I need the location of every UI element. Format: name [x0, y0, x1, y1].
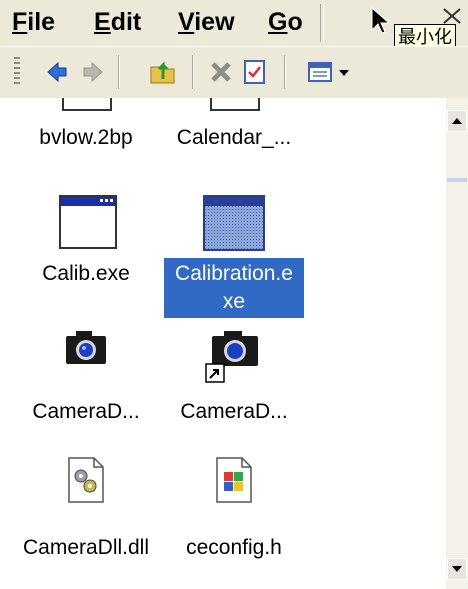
- help-cursor-icon[interactable]: [370, 6, 396, 36]
- windows-logo-file-icon: [216, 457, 252, 503]
- menu-edit[interactable]: Edit: [94, 8, 141, 37]
- file-name: ceconfig.h: [186, 536, 282, 559]
- dll-gears-icon: [68, 457, 104, 503]
- arrow-down-icon: [452, 566, 462, 572]
- generic-file-icon: [210, 98, 260, 111]
- arrow-up-icon: [452, 118, 462, 124]
- menu-edit-rest: dit: [110, 8, 142, 36]
- file-name-line: xe: [222, 290, 246, 313]
- file-name: CameraD...: [180, 400, 288, 423]
- toolbar-grip[interactable]: [14, 57, 20, 87]
- toolbar-separator: [192, 55, 194, 89]
- list-item[interactable]: bvlow.2bp: [16, 98, 156, 178]
- list-item[interactable]: ceconfig.h: [164, 456, 304, 566]
- menu-go-mnemonic: G: [268, 8, 288, 36]
- menu-go[interactable]: Go: [268, 8, 303, 37]
- list-item[interactable]: Calib.exe: [16, 194, 156, 304]
- scroll-up-button[interactable]: [447, 110, 467, 132]
- scrollbar-thumb[interactable]: [447, 178, 467, 182]
- up-folder-icon[interactable]: [148, 57, 178, 87]
- menu-file-mnemonic: F: [12, 8, 28, 36]
- close-icon[interactable]: [440, 6, 464, 26]
- window-app-icon: [59, 195, 117, 249]
- file-name-line: Calibration.e: [175, 262, 293, 285]
- forward-icon[interactable]: [78, 57, 108, 87]
- delete-icon[interactable]: [206, 57, 236, 87]
- properties-icon[interactable]: [240, 57, 270, 87]
- list-item[interactable]: CameraDll.dll: [16, 456, 156, 566]
- file-name: CameraDll.dll: [22, 536, 150, 559]
- view-menu-icon[interactable]: [306, 57, 336, 87]
- menu-view-mnemonic: V: [178, 8, 195, 36]
- menu-view-rest: iew: [194, 8, 235, 36]
- list-item[interactable]: CameraD...: [16, 328, 156, 428]
- toolbar-separator: [284, 55, 286, 89]
- back-icon[interactable]: [42, 57, 72, 87]
- chevron-down-icon[interactable]: [336, 57, 352, 87]
- file-name: CameraD...: [32, 400, 140, 423]
- file-name: Calib.exe: [42, 262, 130, 285]
- menu-file[interactable]: File: [12, 8, 55, 37]
- camera-shortcut-icon: [205, 331, 258, 383]
- window-app-icon: [203, 195, 265, 251]
- scroll-down-button[interactable]: [447, 558, 467, 580]
- menu-file-rest: ile: [27, 8, 56, 36]
- menu-edit-mnemonic: E: [94, 8, 111, 36]
- toolbar: [0, 46, 468, 99]
- list-item[interactable]: Calendar_...: [164, 98, 304, 178]
- menu-bar: File Edit View Go 最小化: [0, 0, 468, 50]
- toolbar-separator: [118, 55, 120, 89]
- camera-icon: [66, 331, 106, 364]
- menu-view[interactable]: View: [178, 8, 235, 37]
- vertical-scrollbar[interactable]: [446, 98, 468, 589]
- list-item[interactable]: CameraD...: [164, 328, 304, 428]
- file-list: bvlow.2bp Calendar_... Calib.exe Calibra…: [0, 98, 446, 589]
- file-name-selected: Calibration.e xe: [164, 258, 304, 318]
- file-name: Calendar_...: [176, 126, 292, 149]
- list-item[interactable]: Calibration.e xe: [164, 194, 304, 324]
- menu-separator: [320, 4, 324, 42]
- menu-go-rest: o: [287, 8, 303, 36]
- file-name: bvlow.2bp: [39, 126, 133, 149]
- generic-file-icon: [62, 98, 112, 111]
